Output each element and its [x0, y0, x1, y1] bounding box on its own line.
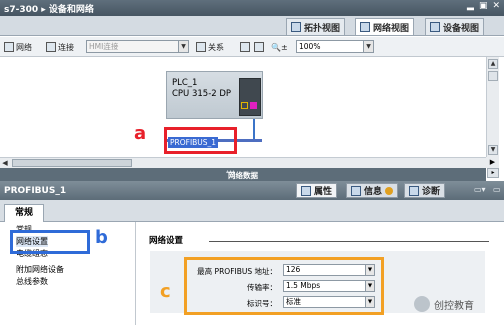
network-tool-label: 网络 — [16, 42, 32, 52]
vertical-scrollbar[interactable]: ▲ ▼ — [486, 57, 499, 157]
view-tabs: 拓扑视图 网络视图 设备视图 — [0, 16, 504, 36]
scroll-right-icon[interactable]: ▶ — [486, 157, 499, 168]
mpi-interface-icon[interactable] — [250, 102, 257, 109]
tab-topology-label: 拓扑视图 — [304, 23, 341, 34]
connect-tool-button[interactable]: 连接 — [46, 40, 74, 54]
panel-menu-icon[interactable]: ▭▾ — [474, 185, 486, 194]
network-icon — [4, 42, 14, 52]
overview-button[interactable] — [240, 40, 250, 54]
scroll-thumb[interactable] — [488, 71, 498, 81]
device-view-icon — [430, 22, 440, 32]
window-controls: ▂ ▣ ✕ — [467, 1, 500, 11]
relations-icon — [196, 42, 206, 52]
section-title: 网络设置 — [149, 236, 184, 246]
tab-topology-view[interactable]: 拓扑视图 — [286, 18, 346, 35]
watermark-text: 创控教育 — [434, 300, 474, 312]
tab-network-label: 网络视图 — [373, 23, 410, 34]
annotation-letter-a: a — [134, 123, 147, 144]
horizontal-scrollbar[interactable]: ◀ — [0, 157, 486, 168]
grid-button[interactable] — [254, 40, 264, 54]
scroll-left-icon[interactable]: ◀ — [0, 158, 10, 168]
section-divider — [209, 241, 489, 242]
network-canvas[interactable]: PLC_1 CPU 315-2 DP PROFIBUS_1 a — [0, 57, 486, 157]
tab-info[interactable]: 信息 — [346, 183, 399, 198]
connection-type-select[interactable]: HMI连接 ▼ — [86, 40, 189, 53]
table-icon — [240, 42, 250, 52]
panel-collapse-icon[interactable]: ▭ — [493, 185, 501, 194]
properties-header: PROFIBUS_1 属性 信息 诊断 ▭▾ ▭ — [0, 181, 504, 200]
annotation-box-b — [10, 230, 90, 254]
horizontal-scroll-thumb[interactable] — [12, 159, 132, 167]
annotation-letter-b: b — [95, 227, 108, 248]
scroll-up-icon[interactable]: ▲ — [488, 59, 498, 69]
network-toolbar: 网络 连接 HMI连接 ▼ 关系 🔍± 100% ▼ — [0, 37, 504, 57]
relations-button[interactable]: 关系 — [196, 40, 224, 54]
restore-button[interactable]: ▣ — [479, 1, 488, 11]
tab-properties[interactable]: 属性 — [296, 183, 338, 198]
network-data-label: 网络数据 — [228, 171, 258, 180]
network-tool-button[interactable]: 网络 — [4, 40, 32, 54]
tab-diagnostics[interactable]: 诊断 — [404, 183, 446, 198]
tab-device-label: 设备视图 — [443, 23, 480, 34]
navigation-button[interactable]: ▸ — [487, 168, 499, 178]
plc-name: PLC_1 — [172, 78, 198, 88]
close-button[interactable]: ✕ — [492, 1, 500, 11]
properties-title: PROFIBUS_1 — [4, 186, 67, 196]
zoom-tool-button[interactable]: 🔍± — [271, 40, 288, 54]
grid-icon — [254, 42, 264, 52]
diagnostics-icon — [409, 185, 419, 196]
nav-item-additional-devices[interactable]: 附加网络设备 — [16, 264, 64, 275]
scroll-down-icon[interactable]: ▼ — [488, 145, 498, 155]
window-titlebar: s7-300 ▸ 设备和网络 ▂ ▣ ✕ — [0, 0, 504, 16]
dp-interface-icon[interactable] — [241, 102, 248, 109]
tab-general[interactable]: 常规 — [4, 204, 44, 223]
tab-properties-label: 属性 — [314, 187, 333, 197]
bus-connection-line — [253, 119, 255, 140]
chevron-down-icon: ▼ — [363, 41, 373, 52]
nav-item-bus-parameters[interactable]: 总线参数 — [16, 276, 48, 287]
connect-tool-label: 连接 — [58, 42, 74, 52]
zoom-select[interactable]: 100% ▼ — [296, 40, 374, 53]
relations-label: 关系 — [208, 42, 224, 52]
watermark: 创控教育 — [414, 296, 474, 312]
cpu-module-icon — [239, 78, 261, 116]
general-tab-row: 常规 — [0, 200, 504, 223]
zoom-value: 100% — [299, 42, 321, 51]
plc-device[interactable]: PLC_1 CPU 315-2 DP — [166, 71, 263, 119]
tab-device-view[interactable]: 设备视图 — [425, 18, 485, 35]
network-data-bar[interactable]: ▴▴▴ 网络数据 — [0, 168, 486, 181]
annotation-letter-c: c — [160, 281, 171, 302]
properties-nav: 常规 网络设置 电缆组态 附加网络设备 总线参数 b — [0, 222, 136, 325]
connect-icon — [46, 42, 56, 52]
annotation-box-a — [164, 127, 237, 154]
tab-network-view[interactable]: 网络视图 — [355, 18, 415, 35]
chevron-down-icon: ▼ — [178, 41, 188, 52]
connection-type-value: HMI连接 — [89, 42, 119, 51]
minimize-button[interactable]: ▂ — [467, 1, 474, 11]
wechat-logo-icon — [414, 296, 430, 312]
zoom-icon: 🔍± — [271, 42, 288, 52]
info-icon — [351, 185, 361, 196]
topology-icon — [291, 22, 301, 32]
info-badge-icon — [385, 186, 394, 195]
tab-diagnostics-label: 诊断 — [422, 187, 441, 197]
annotation-box-c — [184, 257, 384, 315]
window-title: s7-300 ▸ 设备和网络 — [4, 5, 94, 15]
tab-info-label: 信息 — [364, 187, 383, 197]
plc-type: CPU 315-2 DP — [172, 89, 232, 99]
network-view-icon — [360, 22, 370, 32]
properties-icon — [301, 185, 311, 196]
